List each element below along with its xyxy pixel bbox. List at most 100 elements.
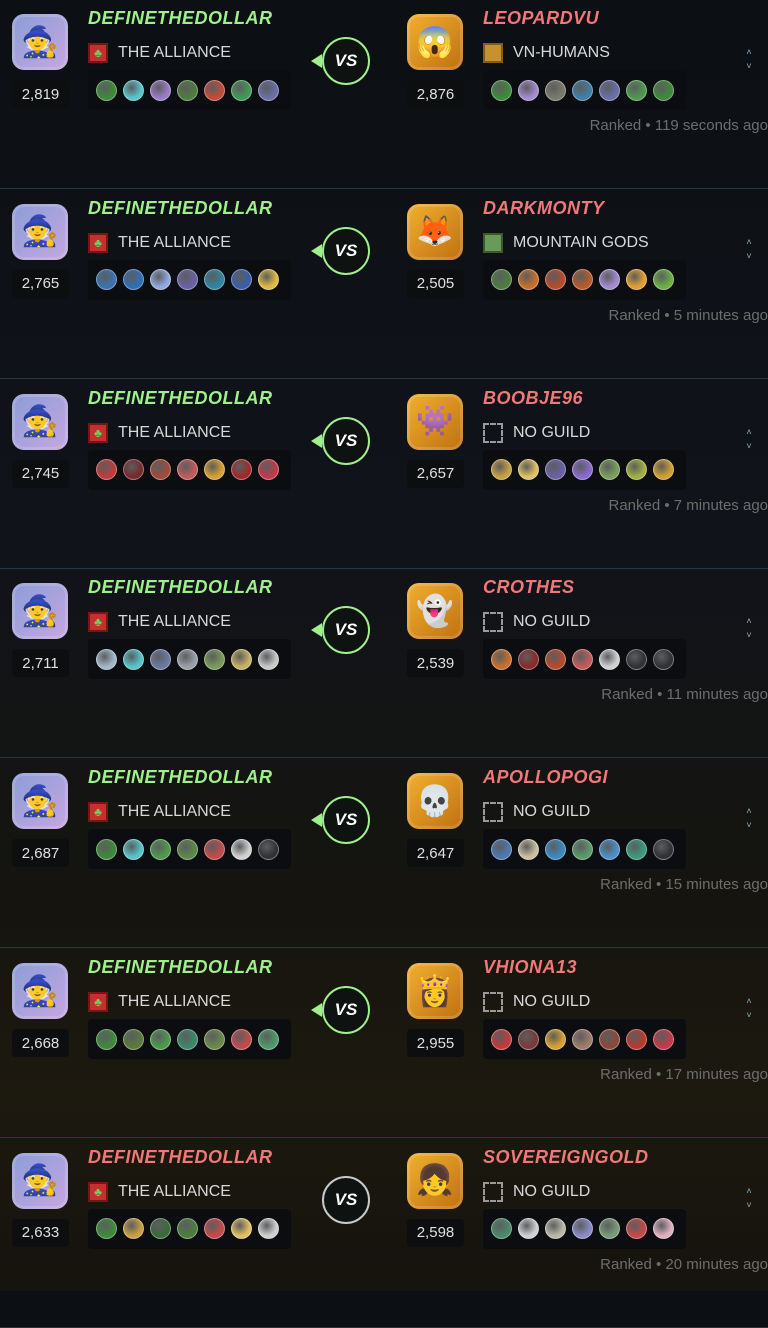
- vs-button[interactable]: VS: [322, 986, 370, 1034]
- battle-row[interactable]: 🧙 2,687 DEFINETHEDOLLAR ♣ THE ALLIANCE VS 💀 2,6…: [0, 759, 768, 949]
- card-icon[interactable]: [599, 1028, 620, 1050]
- battle-row[interactable]: 🧙 2,745 DEFINETHEDOLLAR ♣ THE ALLIANCE VS 👾 2,6…: [0, 380, 768, 569]
- card-icon[interactable]: [653, 648, 674, 670]
- card-icon[interactable]: [177, 1028, 198, 1050]
- card-icon[interactable]: [258, 838, 279, 860]
- wizard-avatar-icon[interactable]: 🧙: [12, 1152, 68, 1209]
- card-icon[interactable]: [204, 838, 225, 860]
- guild-row[interactable]: NO GUILD: [483, 611, 590, 633]
- vs-button[interactable]: VS: [322, 1175, 370, 1224]
- card-icon[interactable]: [96, 1028, 117, 1050]
- card-icon[interactable]: [653, 1218, 674, 1240]
- card-icon[interactable]: [599, 648, 620, 670]
- vs-button[interactable]: VS: [322, 796, 370, 845]
- card-icon[interactable]: [518, 459, 539, 481]
- card-icon[interactable]: [150, 648, 171, 670]
- battle-row[interactable]: 🧙 2,819 DEFINETHEDOLLAR ♣ THE ALLIANCE VS 😱 2,8…: [0, 0, 768, 189]
- card-icon[interactable]: [231, 79, 252, 101]
- guild-row[interactable]: NO GUILD: [483, 1181, 590, 1203]
- card-icon[interactable]: [518, 1028, 539, 1050]
- card-icon[interactable]: [231, 1218, 252, 1240]
- card-icon[interactable]: [545, 838, 566, 860]
- wizard-avatar-icon[interactable]: 🧙: [12, 203, 68, 260]
- guild-row[interactable]: ♣ THE ALLIANCE: [88, 42, 231, 64]
- card-icon[interactable]: [123, 79, 144, 101]
- card-icon[interactable]: [491, 1028, 512, 1050]
- card-icon[interactable]: [572, 648, 593, 670]
- card-icon[interactable]: [177, 838, 198, 860]
- card-icon[interactable]: [177, 269, 198, 291]
- vs-button[interactable]: VS: [322, 37, 370, 85]
- vs-button[interactable]: VS: [322, 226, 370, 275]
- guild-row[interactable]: ♣ THE ALLIANCE: [88, 611, 231, 633]
- guild-row[interactable]: ♣ THE ALLIANCE: [88, 232, 231, 254]
- battle-row[interactable]: 🧙 2,668 DEFINETHEDOLLAR ♣ THE ALLIANCE VS 👸 2,9…: [0, 949, 768, 1138]
- card-icon[interactable]: [123, 1218, 144, 1240]
- card-icon[interactable]: [518, 269, 539, 291]
- card-icon[interactable]: [204, 79, 225, 101]
- card-icon[interactable]: [258, 459, 279, 481]
- card-icon[interactable]: [150, 79, 171, 101]
- card-icon[interactable]: [491, 269, 512, 291]
- guild-row[interactable]: ♣ THE ALLIANCE: [88, 1181, 231, 1203]
- card-icon[interactable]: [518, 648, 539, 670]
- battle-row[interactable]: 🧙 2,633 DEFINETHEDOLLAR ♣ THE ALLIANCE VS 👧 2,5…: [0, 1139, 768, 1328]
- card-icon[interactable]: [653, 1028, 674, 1050]
- card-icon[interactable]: [491, 1218, 512, 1240]
- creature-avatar-icon[interactable]: 👾: [407, 393, 463, 450]
- card-icon[interactable]: [150, 1218, 171, 1240]
- card-icon[interactable]: [258, 1218, 279, 1240]
- player-name[interactable]: DEFINETHEDOLLAR: [88, 577, 273, 598]
- card-icon[interactable]: [572, 79, 593, 101]
- card-icon[interactable]: [572, 838, 593, 860]
- card-icon[interactable]: [231, 648, 252, 670]
- row-expand-icon[interactable]: ˄ ˅: [745, 804, 753, 832]
- wizard-avatar-icon[interactable]: 🧙: [12, 963, 68, 1019]
- card-icon[interactable]: [626, 838, 647, 860]
- player-name[interactable]: DEFINETHEDOLLAR: [88, 8, 273, 29]
- guild-row[interactable]: NO GUILD: [483, 422, 590, 444]
- card-icon[interactable]: [150, 459, 171, 481]
- card-icon[interactable]: [653, 269, 674, 291]
- player-name[interactable]: DEFINETHEDOLLAR: [88, 198, 273, 219]
- row-expand-icon[interactable]: ˄ ˅: [745, 614, 753, 642]
- card-icon[interactable]: [653, 459, 674, 481]
- player-name[interactable]: VHIONA13: [483, 957, 577, 978]
- card-icon[interactable]: [231, 838, 252, 860]
- card-icon[interactable]: [123, 1028, 144, 1050]
- card-icon[interactable]: [626, 269, 647, 291]
- row-expand-icon[interactable]: ˄ ˅: [745, 425, 753, 453]
- player-name[interactable]: BOOBJE96: [483, 388, 583, 409]
- player-name[interactable]: DEFINETHEDOLLAR: [88, 388, 273, 409]
- card-icon[interactable]: [599, 1218, 620, 1240]
- girl-avatar-icon[interactable]: 👧: [407, 1152, 463, 1209]
- card-icon[interactable]: [653, 838, 674, 860]
- player-name[interactable]: DEFINETHEDOLLAR: [88, 957, 273, 978]
- row-expand-icon[interactable]: ˄ ˅: [745, 994, 753, 1022]
- player-name[interactable]: CROTHES: [483, 577, 575, 598]
- wizard-avatar-icon[interactable]: 🧙: [12, 773, 68, 830]
- card-icon[interactable]: [599, 269, 620, 291]
- card-icon[interactable]: [626, 79, 647, 101]
- card-icon[interactable]: [572, 1028, 593, 1050]
- card-icon[interactable]: [123, 838, 144, 860]
- card-icon[interactable]: [572, 269, 593, 291]
- player-name[interactable]: DEFINETHEDOLLAR: [88, 767, 273, 788]
- card-icon[interactable]: [518, 79, 539, 101]
- card-icon[interactable]: [545, 459, 566, 481]
- card-icon[interactable]: [545, 648, 566, 670]
- guild-row[interactable]: ♣ THE ALLIANCE: [88, 991, 231, 1013]
- card-icon[interactable]: [626, 1218, 647, 1240]
- vs-button[interactable]: VS: [322, 416, 370, 465]
- vs-button[interactable]: VS: [322, 606, 370, 655]
- guild-row[interactable]: NO GUILD: [483, 801, 590, 823]
- row-expand-icon[interactable]: ˄ ˅: [745, 235, 753, 263]
- card-icon[interactable]: [96, 648, 117, 670]
- fox-avatar-icon[interactable]: 🦊: [407, 203, 463, 260]
- card-icon[interactable]: [204, 269, 225, 291]
- player-name[interactable]: SOVEREIGNGOLD: [483, 1147, 649, 1168]
- ghost-avatar-icon[interactable]: 👻: [407, 583, 463, 640]
- card-icon[interactable]: [96, 459, 117, 481]
- player-name[interactable]: LEOPARDVU: [483, 8, 599, 29]
- card-icon[interactable]: [231, 1028, 252, 1050]
